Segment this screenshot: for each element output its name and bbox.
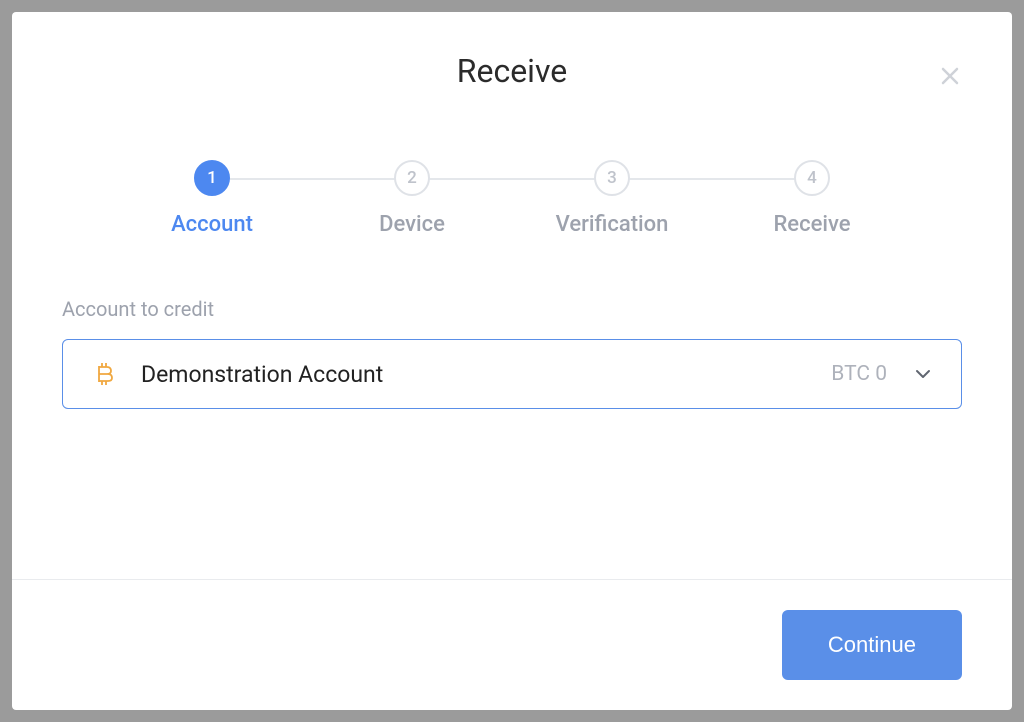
stepper: 1 Account 2 Device 3 Verification 4 Rece… (12, 110, 1012, 267)
step-label: Verification (556, 212, 669, 237)
step-label: Account (171, 212, 253, 237)
step-account[interactable]: 1 Account (112, 160, 312, 237)
step-connector (612, 178, 812, 180)
close-button[interactable] (936, 62, 964, 90)
step-connector (412, 178, 612, 180)
continue-button[interactable]: Continue (782, 610, 962, 680)
modal-header: Receive (12, 12, 1012, 110)
step-circle: 3 (594, 160, 630, 196)
modal-footer: Continue (12, 579, 1012, 710)
step-circle: 1 (194, 160, 230, 196)
step-circle: 4 (794, 160, 830, 196)
bitcoin-icon (91, 360, 119, 388)
modal-title: Receive (62, 52, 962, 90)
step-device[interactable]: 2 Device (312, 160, 512, 237)
step-receive[interactable]: 4 Receive (712, 160, 912, 237)
close-icon (938, 64, 962, 88)
step-circle: 2 (394, 160, 430, 196)
step-label: Device (379, 212, 445, 237)
receive-modal: Receive 1 Account 2 Device 3 Verificatio… (12, 12, 1012, 710)
account-field-label: Account to credit (62, 297, 962, 321)
chevron-down-icon (913, 364, 933, 384)
account-select[interactable]: Demonstration Account BTC 0 (62, 339, 962, 409)
modal-body: Account to credit Demonstration Account … (12, 267, 1012, 579)
account-balance: BTC 0 (831, 362, 887, 386)
step-connector (212, 178, 412, 180)
step-verification[interactable]: 3 Verification (512, 160, 712, 237)
account-name: Demonstration Account (141, 361, 831, 388)
step-label: Receive (773, 212, 850, 237)
